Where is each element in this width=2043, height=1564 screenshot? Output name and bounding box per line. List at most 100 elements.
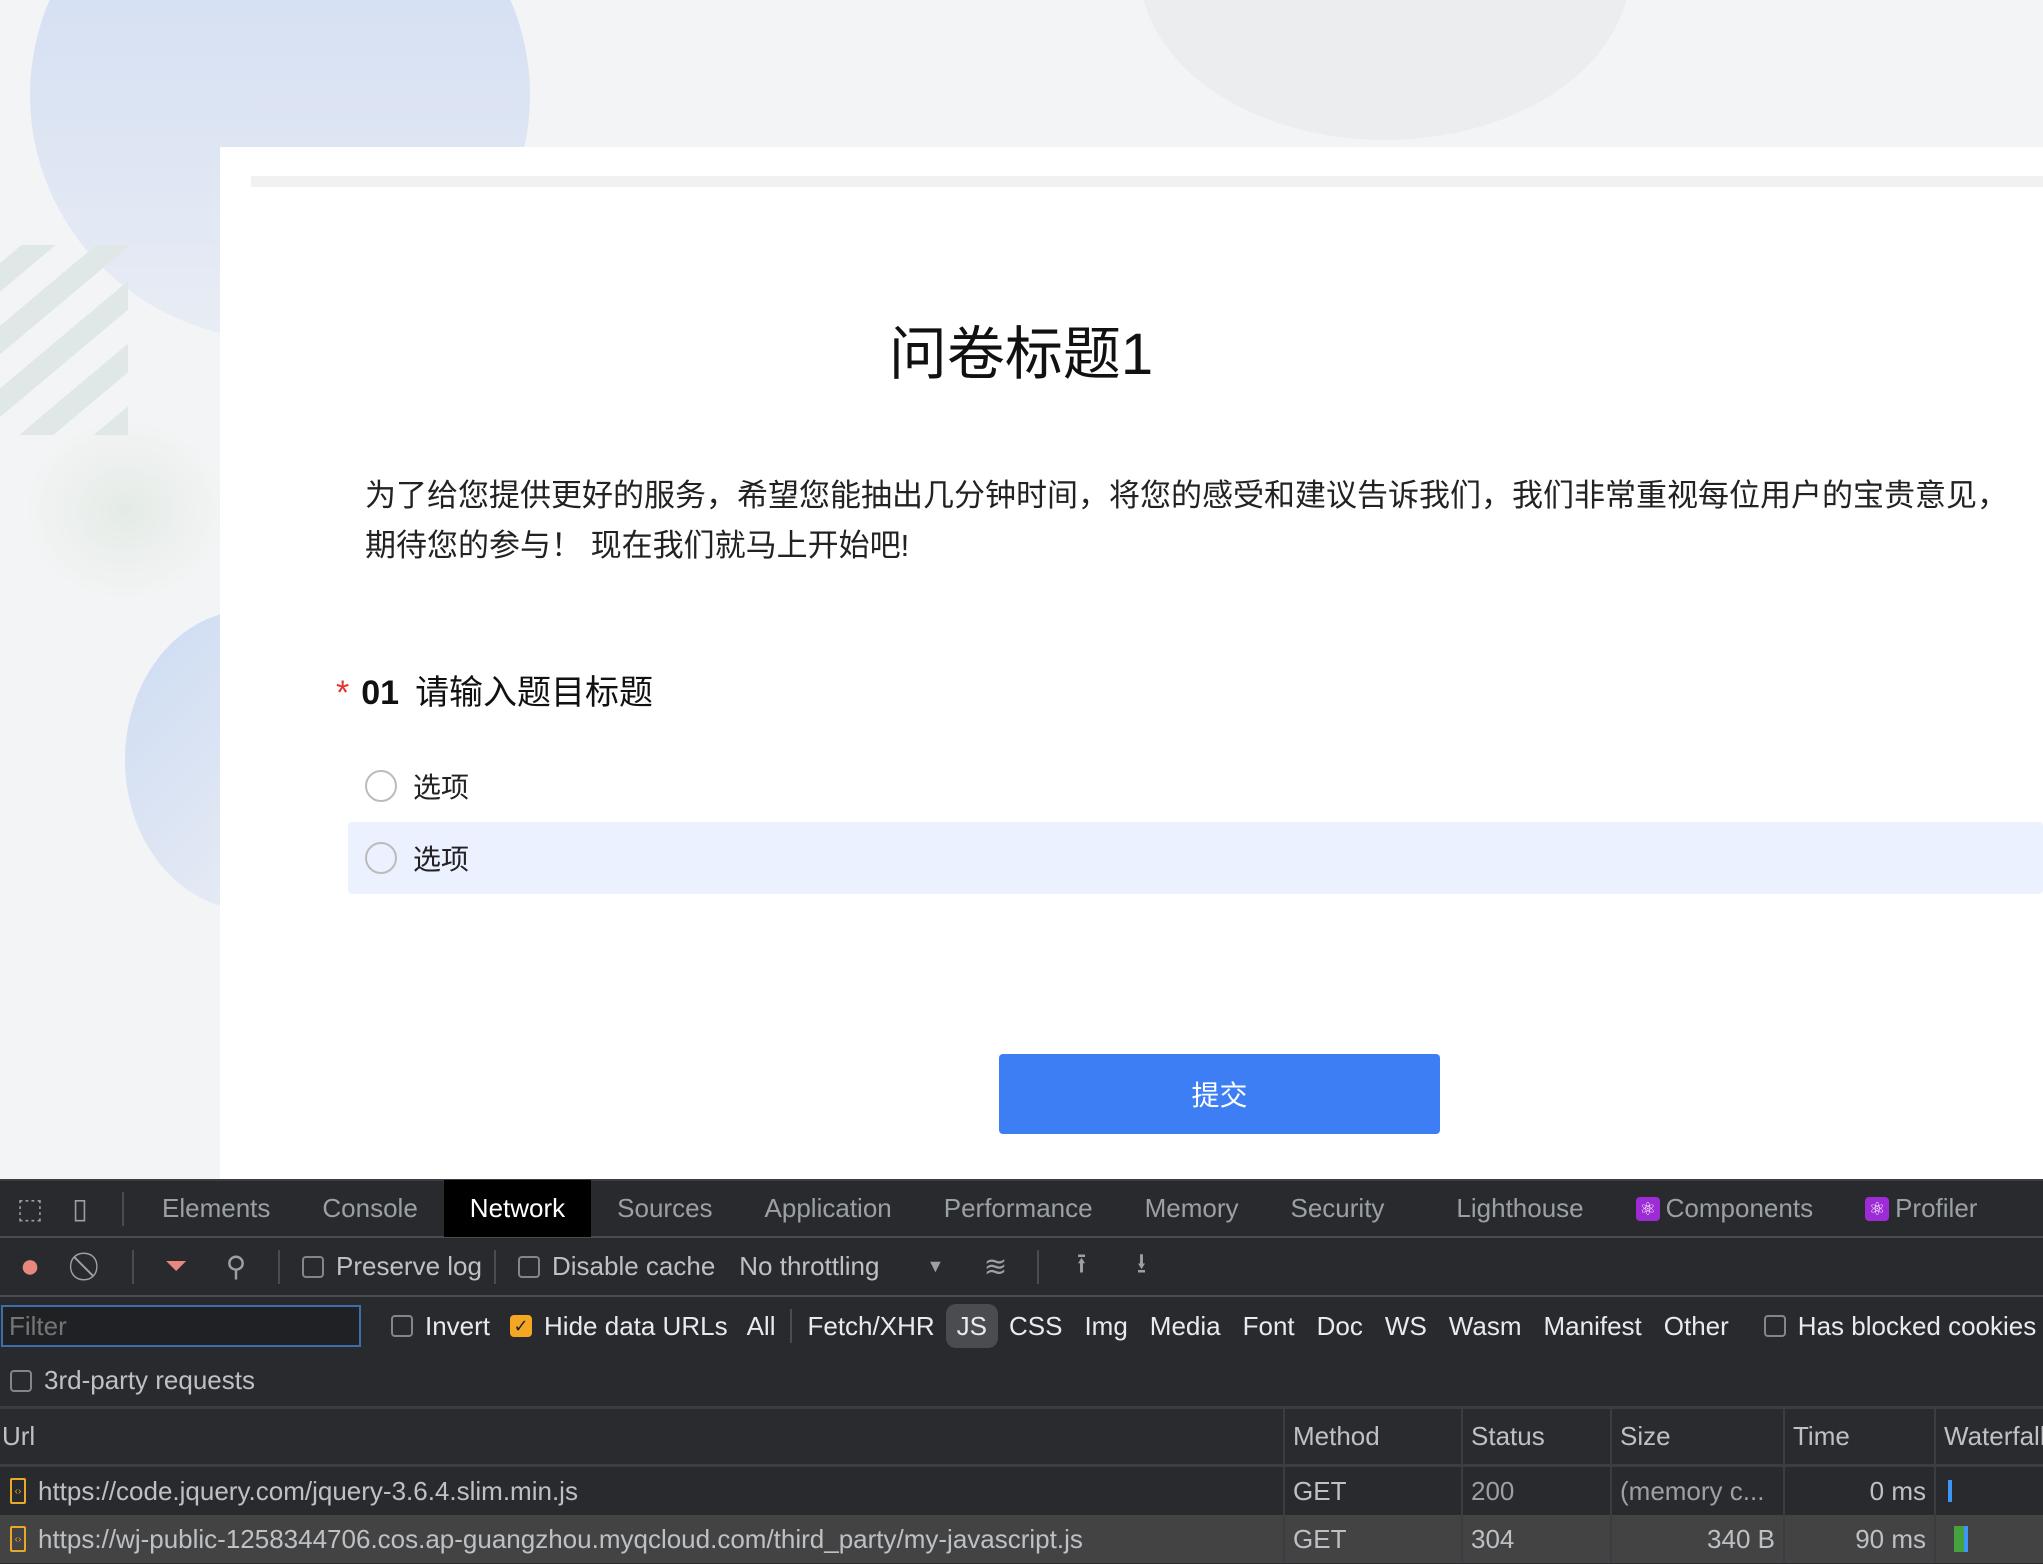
- hide-data-urls-checkbox[interactable]: ✓: [510, 1315, 533, 1337]
- filter-type-media[interactable]: Media: [1139, 1304, 1232, 1348]
- export-har-icon[interactable]: ⭳: [1121, 1247, 1161, 1287]
- invert-checkbox[interactable]: [391, 1315, 413, 1337]
- column-url[interactable]: Url: [0, 1409, 1285, 1464]
- column-method[interactable]: Method: [1285, 1409, 1463, 1464]
- filter-type-manifest[interactable]: Manifest: [1533, 1304, 1653, 1348]
- question-text: 请输入题目标题: [415, 674, 654, 712]
- waterfall-cell: [1936, 1467, 2043, 1515]
- survey-title: 问卷标题1: [888, 322, 1154, 387]
- search-icon[interactable]: ⚲: [216, 1247, 256, 1287]
- script-file-icon: ‹›: [10, 1478, 26, 1504]
- column-waterfall[interactable]: Waterfall: [1936, 1409, 2043, 1464]
- filter-type-wasm[interactable]: Wasm: [1438, 1304, 1533, 1348]
- filter-bar: Invert ✓Hide data URLs All Fetch/XHR JS …: [0, 1297, 2043, 1355]
- question-number: 01: [361, 674, 400, 712]
- filter-type-css[interactable]: CSS: [998, 1304, 1073, 1348]
- request-url: https://code.jquery.com/jquery-3.6.4.sli…: [38, 1475, 578, 1506]
- time-cell: 90 ms: [1785, 1515, 1936, 1563]
- tab-label: Profiler: [1895, 1193, 1978, 1223]
- requests-table-header: Url Method Status Size Time Waterfall: [0, 1406, 2043, 1467]
- background-decoration: [1140, 0, 1630, 140]
- required-mark: *: [336, 674, 350, 712]
- filter-type-js[interactable]: JS: [945, 1304, 998, 1348]
- filter-type-all[interactable]: All: [736, 1304, 787, 1348]
- devtools-tabbar: ⬚ ▯ Elements Console Network Sources App…: [0, 1179, 2043, 1238]
- tab-sources[interactable]: Sources: [591, 1180, 738, 1237]
- filter-type-other[interactable]: Other: [1653, 1304, 1740, 1348]
- background-stripes: [0, 245, 128, 435]
- clear-icon[interactable]: ⃠: [70, 1247, 110, 1287]
- divider: [278, 1249, 280, 1284]
- devtools-panel: ⬚ ▯ Elements Console Network Sources App…: [0, 1179, 2043, 1564]
- option-1[interactable]: 选项: [348, 750, 2043, 822]
- column-status[interactable]: Status: [1463, 1409, 1612, 1464]
- radio-button[interactable]: [365, 842, 397, 874]
- throttling-select[interactable]: No throttling: [739, 1251, 879, 1282]
- has-blocked-cookies-checkbox[interactable]: [1763, 1315, 1786, 1337]
- divider: [493, 1249, 496, 1284]
- inspect-element-icon[interactable]: ⬚: [10, 1189, 50, 1229]
- method-cell: GET: [1285, 1515, 1463, 1563]
- preserve-log-label: Preserve log: [336, 1251, 482, 1281]
- filter-type-ws[interactable]: WS: [1374, 1304, 1438, 1348]
- filter-type-doc[interactable]: Doc: [1306, 1304, 1374, 1348]
- status-cell: 200: [1463, 1467, 1612, 1515]
- network-conditions-icon[interactable]: ≋: [975, 1247, 1015, 1287]
- tab-network[interactable]: Network: [443, 1180, 592, 1237]
- tab-components[interactable]: ⚛ Components: [1610, 1180, 1839, 1237]
- size-cell: (memory c...: [1612, 1467, 1785, 1515]
- record-icon[interactable]: ●: [10, 1247, 50, 1287]
- url-cell: ‹› https://code.jquery.com/jquery-3.6.4.s…: [0, 1467, 1285, 1515]
- description-line: 期待您的参与！ 现在我们就马上开始吧!: [365, 528, 910, 563]
- react-icon: ⚛: [1635, 1196, 1660, 1221]
- time-cell: 0 ms: [1785, 1467, 1936, 1515]
- option-label: 选项: [413, 844, 470, 875]
- filter-type-fetch-xhr[interactable]: Fetch/XHR: [796, 1304, 945, 1348]
- tab-security[interactable]: Security: [1265, 1180, 1411, 1237]
- import-har-icon[interactable]: ⭱: [1061, 1247, 1101, 1287]
- waterfall-bar: [1954, 1526, 1968, 1552]
- progress-bar: [251, 176, 2043, 187]
- hide-data-urls-label: Hide data URLs: [544, 1310, 728, 1341]
- url-cell: ‹› https://wj-public-1258344706.cos.ap-gu…: [0, 1515, 1285, 1563]
- column-size[interactable]: Size: [1612, 1409, 1785, 1464]
- chevron-down-icon[interactable]: ▼: [915, 1247, 955, 1287]
- third-party-label: 3rd-party requests: [44, 1365, 255, 1395]
- tab-profiler[interactable]: ⚛ Profiler: [1839, 1180, 2003, 1237]
- column-time[interactable]: Time: [1785, 1409, 1936, 1464]
- tab-memory[interactable]: Memory: [1119, 1180, 1265, 1237]
- tab-console[interactable]: Console: [296, 1180, 443, 1237]
- request-url: https://wj-public-1258344706.cos.ap-guan…: [38, 1523, 1083, 1554]
- survey-card: 问卷标题1 为了给您提供更好的服务，希望您能抽出几分钟时间，将您的感受和建议告诉…: [220, 147, 2043, 1179]
- waterfall-bar: [1948, 1480, 1952, 1502]
- script-file-icon: ‹›: [10, 1526, 26, 1552]
- option-label: 选项: [413, 772, 470, 803]
- disable-cache-label: Disable cache: [551, 1251, 716, 1281]
- filter-type-img[interactable]: Img: [1073, 1304, 1138, 1348]
- table-row[interactable]: ‹› https://code.jquery.com/jquery-3.6.4.s…: [0, 1467, 2043, 1515]
- tab-performance[interactable]: Performance: [918, 1180, 1119, 1237]
- submit-button[interactable]: 提交: [999, 1054, 1440, 1134]
- filter-type-font[interactable]: Font: [1232, 1304, 1306, 1348]
- third-party-checkbox[interactable]: [10, 1369, 32, 1392]
- divider: [790, 1309, 793, 1343]
- divider: [122, 1191, 124, 1226]
- radio-button[interactable]: [365, 770, 397, 802]
- disable-cache-checkbox[interactable]: [517, 1255, 540, 1278]
- filter-input[interactable]: [1, 1305, 361, 1347]
- filter-icon[interactable]: ⏷: [156, 1247, 196, 1287]
- tab-lighthouse[interactable]: Lighthouse: [1430, 1180, 1609, 1237]
- device-toolbar-icon[interactable]: ▯: [60, 1189, 100, 1229]
- description-line: 为了给您提供更好的服务，希望您能抽出几分钟时间，将您的感受和建议告诉我们，我们非…: [365, 478, 2008, 513]
- preserve-log-checkbox[interactable]: [302, 1255, 324, 1278]
- waterfall-cell: [1936, 1515, 2043, 1563]
- tab-elements[interactable]: Elements: [136, 1180, 296, 1237]
- survey-description: 为了给您提供更好的服务，希望您能抽出几分钟时间，将您的感受和建议告诉我们，我们非…: [365, 471, 2008, 571]
- has-blocked-cookies-label: Has blocked cookies: [1797, 1310, 2037, 1341]
- question-title: * 01 请输入题目标题: [336, 665, 653, 714]
- background-decoration: [25, 420, 225, 600]
- table-row[interactable]: ‹› https://wj-public-1258344706.cos.ap-gu…: [0, 1515, 2043, 1563]
- option-2[interactable]: 选项: [348, 822, 2043, 894]
- tab-application[interactable]: Application: [739, 1180, 918, 1237]
- size-cell: 340 B: [1612, 1515, 1785, 1563]
